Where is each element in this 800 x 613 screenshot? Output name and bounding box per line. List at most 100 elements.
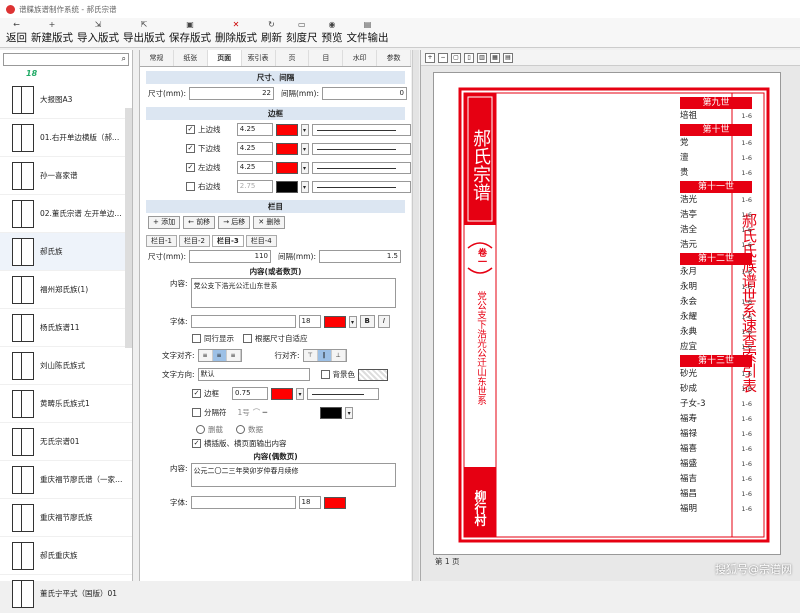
layout-list-item[interactable]: 福州郑氏族(1): [0, 271, 132, 309]
background-checkbox[interactable]: [320, 370, 330, 379]
settings-tab[interactable]: 常规: [140, 50, 174, 66]
content-textarea[interactable]: 党公支下浩光公迁山东世系: [190, 278, 396, 308]
option-b-radio[interactable]: [236, 424, 245, 434]
column-border-width[interactable]: 0.75: [232, 387, 268, 400]
column-gap-input[interactable]: 1.5: [319, 250, 401, 263]
column-border-color[interactable]: [271, 387, 293, 400]
border-checkbox[interactable]: ✓: [186, 163, 195, 172]
chevron-down-icon[interactable]: ▾: [300, 142, 309, 155]
separator-color[interactable]: [320, 406, 343, 419]
settings-tab[interactable]: 页面: [207, 50, 242, 66]
text-align-group[interactable]: ≡ ≡ ≡: [197, 349, 242, 362]
chevron-down-icon[interactable]: ▾: [300, 161, 309, 174]
border-width-input[interactable]: 4.25: [236, 142, 273, 155]
layout-list-item[interactable]: 郝氏重庆族: [0, 537, 132, 575]
layout-list-item[interactable]: 02.董氏宗谱 左开单边…: [0, 195, 132, 233]
font2-select[interactable]: [190, 496, 296, 509]
grid-view-icon[interactable]: ▦: [490, 52, 500, 63]
content2-textarea[interactable]: 公元二〇二三年癸卯岁仲春月续修: [190, 463, 396, 487]
add-column-button[interactable]: + 添加: [148, 216, 181, 229]
refresh-button[interactable]: ↻ 刷新: [259, 17, 284, 47]
border-width-input[interactable]: 2.75: [236, 180, 273, 193]
align-middle-icon[interactable]: ‖: [317, 350, 332, 361]
export-layout-button[interactable]: ⇱ 导出版式: [121, 17, 167, 47]
back-button[interactable]: ← 返回: [4, 17, 29, 47]
bold-button[interactable]: B: [359, 315, 375, 328]
page-list-icon[interactable]: ▤: [503, 52, 513, 63]
align-left-icon[interactable]: ≡: [198, 350, 213, 361]
border-style-select[interactable]: [311, 123, 411, 136]
delete-column-button[interactable]: ✕ 删除: [253, 216, 286, 229]
preview-button[interactable]: ◉ 预览: [320, 17, 345, 47]
zoom-out-icon[interactable]: −: [438, 52, 448, 63]
settings-scrollbar[interactable]: [412, 50, 419, 581]
layout-list-item[interactable]: 杨氏族谱11: [0, 309, 132, 347]
text-direction-select[interactable]: 默认: [197, 368, 310, 381]
chevron-down-icon[interactable]: ▾: [300, 123, 309, 136]
chevron-down-icon[interactable]: ▾: [300, 180, 309, 193]
border-color-swatch[interactable]: [275, 142, 298, 155]
column-size-input[interactable]: 110: [189, 250, 271, 263]
font-select[interactable]: [190, 315, 296, 328]
move-back-button[interactable]: → 后移: [218, 216, 251, 229]
font2-color-swatch[interactable]: [323, 496, 346, 509]
settings-tab[interactable]: 纸张: [174, 50, 208, 66]
layout-list-item[interactable]: 重庆福节廖氏族: [0, 499, 132, 537]
layout-search-input[interactable]: ⌕: [3, 53, 129, 66]
layout-list-item[interactable]: 01.右开单边横版（郝…: [0, 119, 132, 157]
autofit-checkbox[interactable]: [243, 334, 252, 343]
chevron-down-icon[interactable]: ▾: [348, 315, 357, 328]
layout-list-item[interactable]: 刘山陈氏族式: [0, 347, 132, 385]
border-color-swatch[interactable]: [275, 161, 298, 174]
chevron-down-icon[interactable]: ▾: [296, 387, 304, 400]
border-style-select[interactable]: [311, 161, 411, 174]
layout-list-item[interactable]: 无氏宗谱01: [0, 423, 132, 461]
line-align-group[interactable]: ⊤ ‖ ⊥: [302, 349, 347, 362]
double-page-icon[interactable]: ▥: [477, 52, 487, 63]
settings-tab[interactable]: 目: [309, 50, 344, 66]
settings-tab[interactable]: 页: [276, 50, 310, 66]
settings-tab[interactable]: 水印: [343, 50, 378, 66]
file-output-button[interactable]: ▤ 文件输出: [345, 17, 391, 47]
border-checkbox[interactable]: [186, 182, 195, 191]
border-checkbox[interactable]: ✓: [186, 144, 195, 153]
border-width-input[interactable]: 4.25: [236, 161, 273, 174]
align-bottom-icon[interactable]: ⊥: [331, 350, 346, 361]
border-color-swatch[interactable]: [275, 180, 298, 193]
same-line-checkbox[interactable]: [192, 334, 201, 343]
gap-input[interactable]: 0: [322, 87, 407, 100]
border-color-swatch[interactable]: [275, 123, 298, 136]
align-center-icon[interactable]: ≡: [212, 350, 227, 361]
border-checkbox[interactable]: ✓: [186, 125, 195, 134]
move-forward-button[interactable]: ← 前移: [183, 216, 216, 229]
settings-tab[interactable]: 参数: [377, 50, 411, 66]
italic-button[interactable]: I: [377, 315, 390, 328]
layout-list-item[interactable]: 孙一喜家谱: [0, 157, 132, 195]
border-style-select[interactable]: [311, 142, 411, 155]
align-top-icon[interactable]: ⊤: [303, 350, 318, 361]
font-color-swatch[interactable]: [323, 315, 346, 328]
column-border-style[interactable]: [307, 387, 379, 400]
search-icon[interactable]: ⌕: [122, 54, 126, 64]
chevron-down-icon[interactable]: ▾: [345, 406, 354, 419]
option-a-radio[interactable]: [196, 424, 205, 434]
delete-layout-button[interactable]: ✕ 删除版式: [213, 17, 259, 47]
ruler-button[interactable]: ▭ 刻度尺: [284, 17, 320, 47]
column-subtab[interactable]: 栏目-2: [178, 235, 210, 247]
new-layout-button[interactable]: + 新建版式: [29, 17, 75, 47]
fit-page-icon[interactable]: ▢: [451, 52, 461, 63]
column-subtab[interactable]: 栏目-4: [245, 235, 277, 247]
layout-list-item[interactable]: 郝氏族: [0, 233, 132, 271]
align-right-icon[interactable]: ≡: [226, 350, 241, 361]
column-subtab[interactable]: 栏目-3: [211, 235, 244, 247]
zoom-in-icon[interactable]: +: [425, 52, 435, 63]
output-option-checkbox[interactable]: ✓: [192, 439, 201, 448]
layout-list-item[interactable]: 大报图A3: [0, 81, 132, 119]
background-color-swatch[interactable]: [358, 368, 389, 381]
column-subtab[interactable]: 栏目-1: [146, 235, 177, 247]
save-layout-button[interactable]: ▣ 保存版式: [167, 17, 213, 47]
font-size-input[interactable]: 18: [298, 315, 321, 328]
separator-checkbox[interactable]: [192, 408, 201, 417]
column-border-checkbox[interactable]: ✓: [192, 389, 201, 398]
size-input[interactable]: 22: [189, 87, 274, 100]
